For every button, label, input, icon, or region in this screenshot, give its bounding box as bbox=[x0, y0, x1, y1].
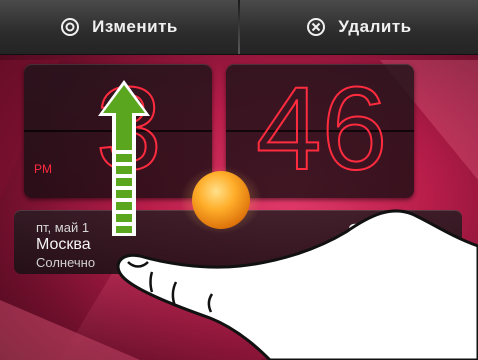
home-screen: Изменить Удалить 3 PM 46 пт, май 1 Москв… bbox=[0, 0, 478, 360]
pointing-hand-icon bbox=[116, 209, 478, 360]
